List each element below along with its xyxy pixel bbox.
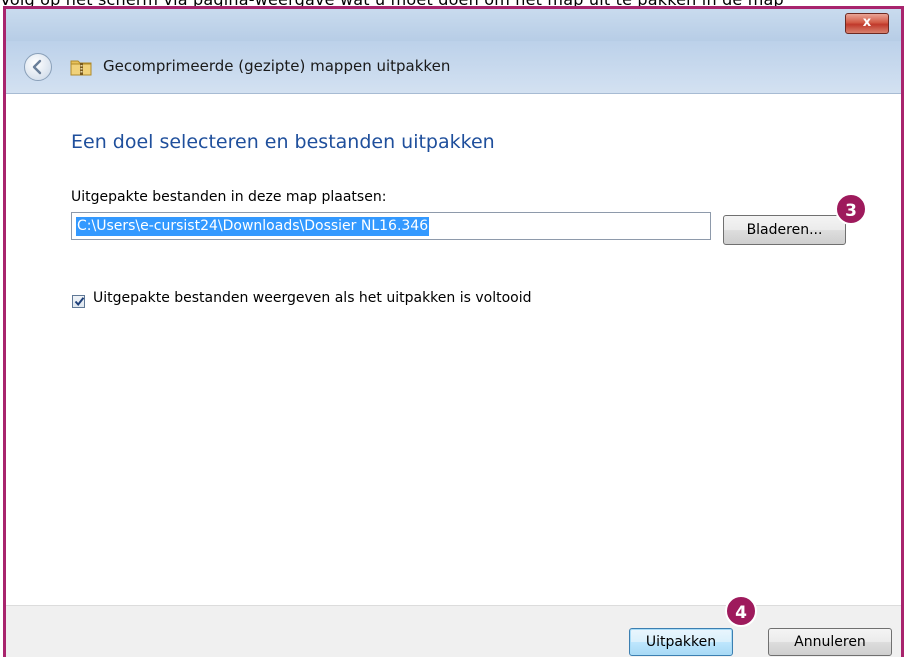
show-files-label[interactable]: Uitgepakte bestanden weergeven als het u… <box>93 290 532 306</box>
target-folder-label: Uitgepakte bestanden in deze map plaatse… <box>71 189 387 205</box>
extract-dialog: x Gecomprimeerde (gezipte) mappen uitpak… <box>6 9 901 657</box>
extract-button[interactable]: Uitpakken <box>629 628 733 656</box>
target-path-input[interactable]: C:\Users\e-cursist24\Downloads\Dossier N… <box>71 212 711 240</box>
dialog-footer: Uitpakken Annuleren <box>6 605 901 657</box>
cancel-button[interactable]: Annuleren <box>768 628 892 656</box>
dialog-content: Een doel selecteren en bestanden uitpakk… <box>6 94 901 605</box>
zip-folder-icon <box>70 60 92 76</box>
window-title: Gecomprimeerde (gezipte) mappen uitpakke… <box>103 57 451 75</box>
browse-button[interactable]: Bladeren... <box>723 215 846 245</box>
back-button[interactable] <box>24 53 52 81</box>
navigation-bar: Gecomprimeerde (gezipte) mappen uitpakke… <box>6 41 901 94</box>
page-heading: Een doel selecteren en bestanden uitpakk… <box>71 131 495 153</box>
step-marker-4: 4 <box>725 595 757 627</box>
step-marker-3: 3 <box>835 193 867 225</box>
close-button[interactable]: x <box>845 13 889 34</box>
title-bar: x <box>6 9 901 41</box>
back-arrow-icon <box>32 59 42 75</box>
checkmark-icon <box>74 297 85 307</box>
show-files-checkbox[interactable] <box>72 295 85 308</box>
target-path-value: C:\Users\e-cursist24\Downloads\Dossier N… <box>76 217 430 236</box>
